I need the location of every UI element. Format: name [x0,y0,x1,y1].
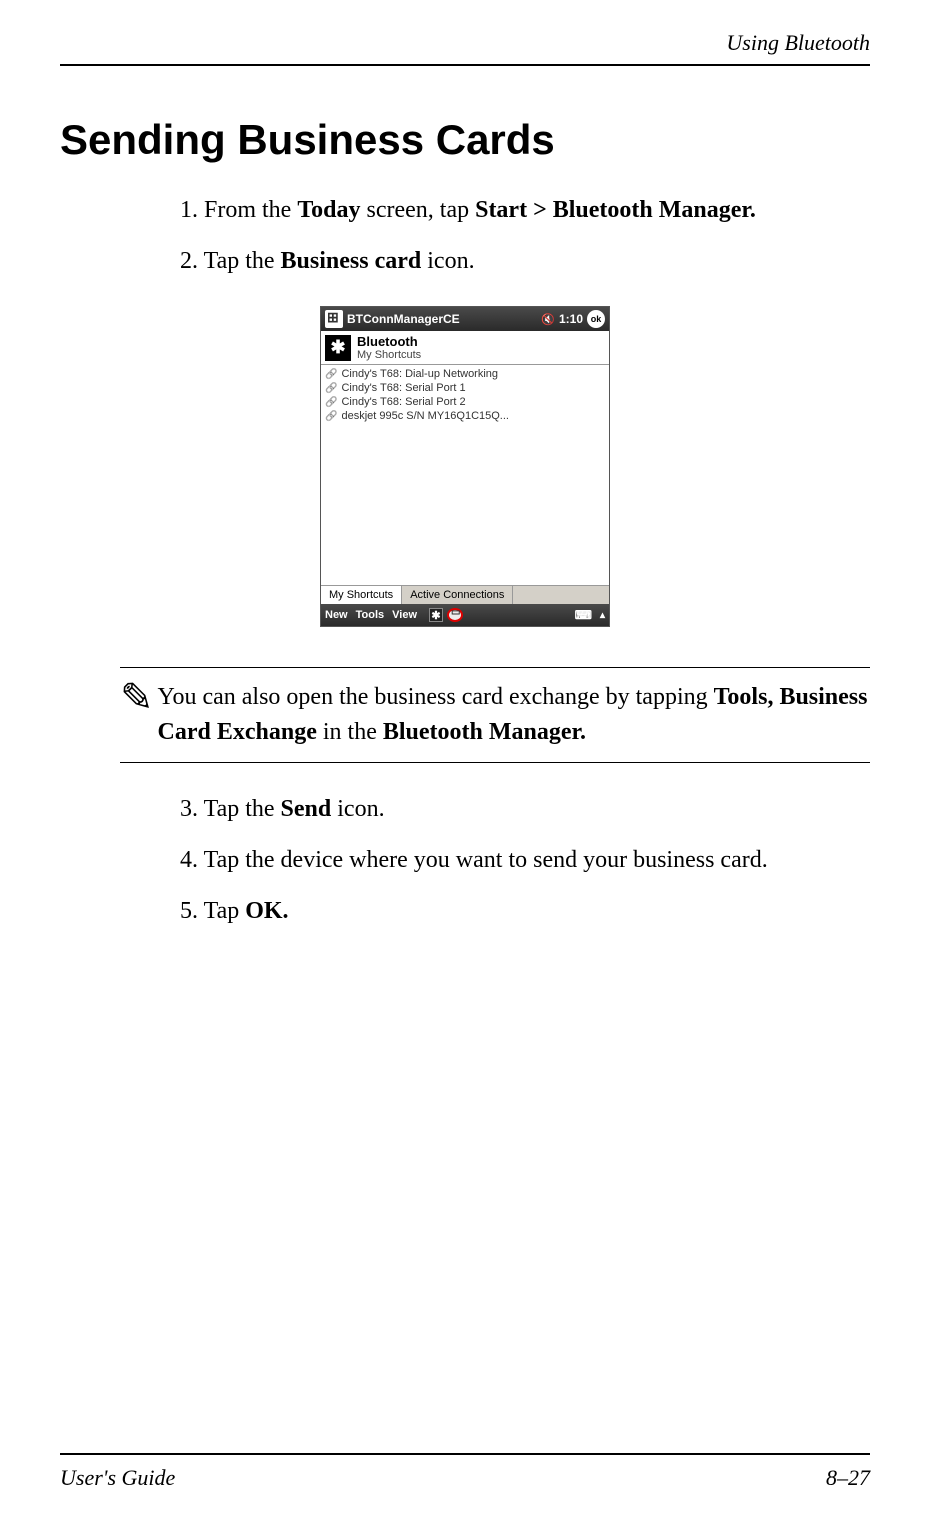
steps-list-bottom: 3. Tap the Send icon. 4. Tap the device … [60,791,870,931]
note-text: You can also open the business card exch… [158,684,714,710]
business-card-icon[interactable] [447,608,463,622]
shortcut-icon [325,368,337,380]
shortcut-label: Cindy's T68: Dial-up Networking [341,368,498,380]
page-footer: User's Guide 8–27 [60,1453,870,1491]
app-header: ✱ Bluetooth My Shortcuts [321,331,609,365]
app-title: Bluetooth [357,334,421,349]
bottom-toolbar: New Tools View ✱ [321,604,609,626]
step-text: Tap [204,898,246,924]
up-arrow-icon[interactable] [600,609,605,621]
menu-view[interactable]: View [392,609,417,621]
footer-right: 8–27 [826,1465,870,1491]
titlebar-time: 1:10 [559,312,583,326]
device-screen: BTConnManagerCE 1:10 ok ✱ Bluetooth My S… [320,306,610,627]
menu-new[interactable]: New [325,609,348,621]
list-item[interactable]: Cindy's T68: Dial-up Networking [325,367,605,381]
footer-left: User's Guide [60,1465,175,1491]
shortcut-label: Cindy's T68: Serial Port 1 [341,382,465,394]
windows-logo-icon[interactable] [325,310,343,328]
step-text: From the [204,197,297,223]
volume-icon[interactable] [541,312,555,326]
step-number: 1. [180,197,198,223]
page-header: Using Bluetooth [60,30,870,66]
step-bold: Send [281,796,332,822]
step-5: 5. Tap OK. [180,893,870,930]
step-number: 3. [180,796,198,822]
step-1: 1. From the Today screen, tap Start > Bl… [180,192,870,229]
step-text: screen, tap [360,197,475,223]
step-text: icon. [331,796,384,822]
shortcut-label: deskjet 995c S/N MY16Q1C15Q... [341,410,509,422]
step-2: 2. Tap the Business card icon. [180,243,870,280]
note-body: You can also open the business card exch… [158,680,870,750]
ok-button[interactable]: ok [587,310,605,328]
step-bold: Business card [281,248,422,274]
pencil-icon: ✎ [120,680,154,750]
shortcut-list: Cindy's T68: Dial-up Networking Cindy's … [321,365,609,585]
step-number: 5. [180,898,198,924]
shortcut-icon [325,410,337,422]
step-bold: Start > Bluetooth Manager. [475,197,756,223]
list-item[interactable]: Cindy's T68: Serial Port 2 [325,395,605,409]
bluetooth-small-icon[interactable]: ✱ [429,608,443,622]
step-text: Tap the [204,248,281,274]
step-bold: OK. [245,898,288,924]
chapter-title: Using Bluetooth [726,30,870,56]
list-item[interactable]: Cindy's T68: Serial Port 1 [325,381,605,395]
embedded-screenshot: BTConnManagerCE 1:10 ok ✱ Bluetooth My S… [60,306,870,627]
toolbar-icons: ✱ [429,608,463,622]
step-text: icon. [421,248,474,274]
steps-list-top: 1. From the Today screen, tap Start > Bl… [60,192,870,280]
note-text: in the [317,719,383,745]
note-callout: ✎ You can also open the business card ex… [120,667,870,763]
bluetooth-icon: ✱ [325,335,351,361]
app-header-text: Bluetooth My Shortcuts [357,334,421,361]
shortcut-label: Cindy's T68: Serial Port 2 [341,396,465,408]
titlebar-app-name: BTConnManagerCE [347,312,537,326]
note-bold: Bluetooth Manager. [383,719,586,745]
step-number: 4. [180,847,198,873]
tab-my-shortcuts[interactable]: My Shortcuts [321,585,402,604]
step-3: 3. Tap the Send icon. [180,791,870,828]
step-number: 2. [180,248,198,274]
shortcut-icon [325,382,337,394]
app-subtitle: My Shortcuts [357,349,421,361]
keyboard-icon[interactable] [575,608,592,622]
step-text: Tap the [204,796,281,822]
step-text: Tap the device where you want to send yo… [204,847,768,873]
tab-row: My Shortcuts Active Connections [321,585,609,604]
window-titlebar: BTConnManagerCE 1:10 ok [321,307,609,331]
step-4: 4. Tap the device where you want to send… [180,842,870,879]
step-bold: Today [297,197,360,223]
tab-active-connections[interactable]: Active Connections [402,586,513,604]
shortcut-icon [325,396,337,408]
list-item[interactable]: deskjet 995c S/N MY16Q1C15Q... [325,409,605,423]
section-heading: Sending Business Cards [60,116,870,164]
menu-tools[interactable]: Tools [356,609,385,621]
